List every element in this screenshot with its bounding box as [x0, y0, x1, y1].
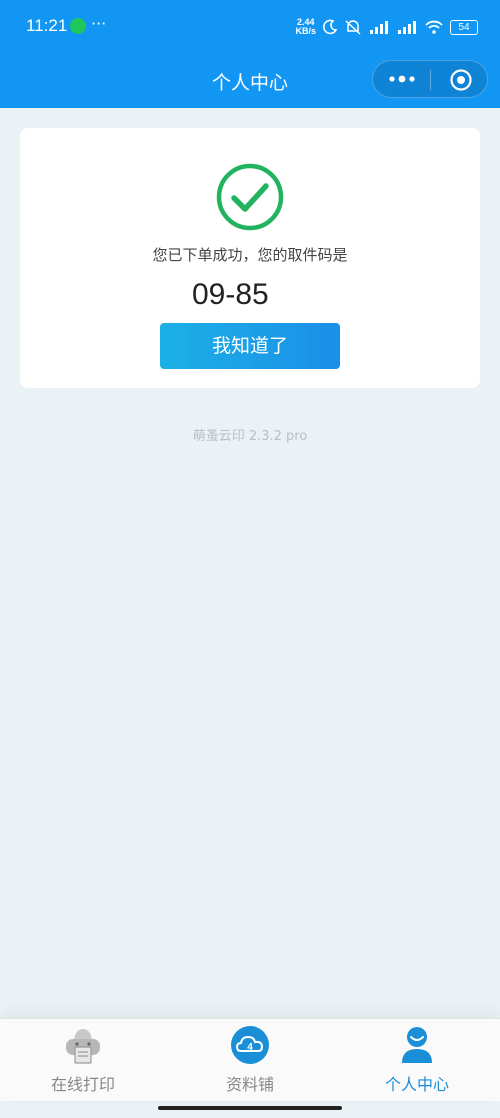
- capsule-divider: [430, 70, 431, 90]
- network-speed-unit: KB/s: [295, 26, 316, 36]
- svg-text:4: 4: [247, 1042, 253, 1053]
- status-more: ···: [91, 14, 107, 33]
- wechat-icon: [70, 18, 86, 34]
- app-version: 萌蚤云印 2.3.2 pro: [192, 429, 308, 444]
- signal-icon: [370, 21, 388, 34]
- tab-materials[interactable]: 4 资料铺: [167, 1019, 333, 1101]
- more-icon[interactable]: [387, 70, 417, 88]
- signal-icon: [398, 21, 416, 34]
- header: 11:21 ··· 2.44 KB/s 54 个人中心: [0, 0, 500, 108]
- tab-online-print[interactable]: 在线打印: [0, 1019, 166, 1101]
- cloud-icon: 4: [231, 1026, 269, 1064]
- tab-label: 个人中心: [384, 1075, 449, 1094]
- success-check-icon: [216, 163, 284, 231]
- home-indicator: [158, 1106, 342, 1110]
- battery-indicator: 54: [450, 19, 478, 35]
- user-icon: [402, 1027, 432, 1063]
- tab-label: 资料铺: [225, 1075, 274, 1094]
- mute-icon: [345, 20, 361, 35]
- network-speed: 2.44 KB/s: [295, 18, 316, 36]
- printer-icon: [66, 1029, 100, 1064]
- tab-label: 在线打印: [50, 1075, 115, 1094]
- navbar: 个人中心: [0, 52, 500, 108]
- moon-icon: [323, 19, 338, 35]
- success-message: 您已下单成功，您的取件码是: [152, 246, 348, 264]
- tab-personal-center[interactable]: 个人中心: [334, 1019, 500, 1101]
- pickup-code: 09-85: [192, 278, 269, 311]
- status-icons: 2.44 KB/s 54: [295, 15, 478, 39]
- status-bar: 11:21 ··· 2.44 KB/s 54: [0, 0, 500, 52]
- confirm-button[interactable]: 我知道了: [160, 323, 340, 369]
- wifi-icon: [425, 20, 443, 34]
- order-success-card: 您已下单成功，您的取件码是 09-85 我知道了: [20, 128, 480, 388]
- tab-bar: 在线打印 4 资料铺 个人中心: [0, 1018, 500, 1101]
- close-miniprogram-icon[interactable]: [449, 68, 473, 92]
- miniprogram-capsule: [372, 60, 488, 98]
- status-time: 11:21: [26, 16, 68, 35]
